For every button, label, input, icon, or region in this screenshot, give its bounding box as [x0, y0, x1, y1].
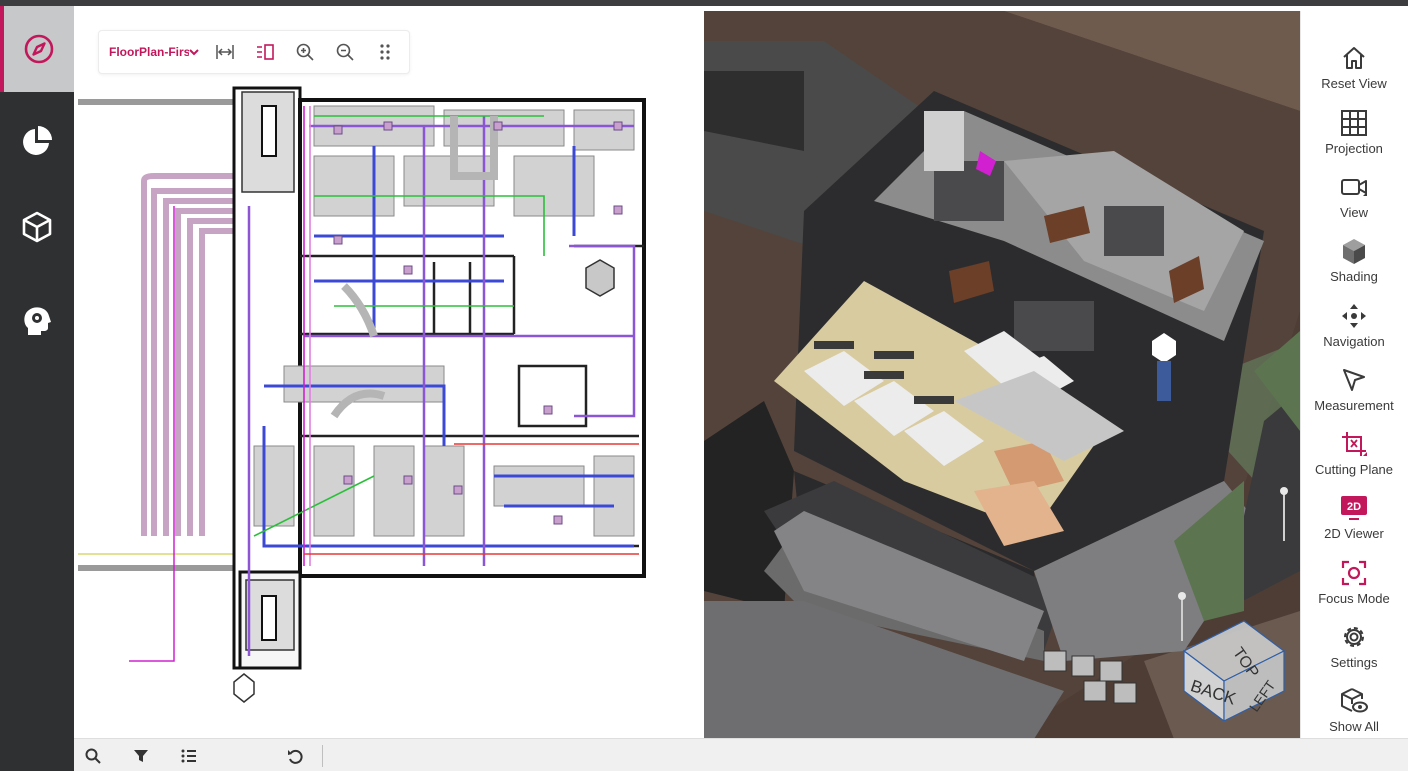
split-view-button[interactable]: [245, 30, 285, 74]
cutting-plane-label: Cutting Plane: [1314, 462, 1394, 477]
projection-button[interactable]: Projection: [1301, 106, 1407, 168]
filter-icon[interactable]: [132, 747, 150, 765]
compass-icon: [24, 34, 54, 64]
shaded-cube-icon: [1343, 239, 1365, 264]
show-all-button[interactable]: Show All: [1301, 684, 1407, 746]
2d-viewer-button[interactable]: 2D 2D Viewer: [1301, 491, 1407, 553]
rail-item-insights[interactable]: [0, 278, 74, 364]
bottom-bar: [74, 738, 1408, 771]
view-cube[interactable]: TOP BACK LEFT: [1174, 591, 1294, 721]
zoom-in-button[interactable]: [285, 30, 325, 74]
viewer-toolbar: Reset View Projection View Shading Navig…: [1300, 11, 1408, 739]
view-label: View: [1340, 205, 1368, 220]
list-icon[interactable]: [180, 747, 198, 765]
fit-width-icon: [216, 45, 234, 59]
settings-button[interactable]: Settings: [1301, 620, 1407, 682]
fit-width-button[interactable]: [205, 30, 245, 74]
rail-item-navigation[interactable]: [0, 6, 74, 92]
move-arrows-icon: [1342, 304, 1366, 328]
chevron-down-icon: [189, 49, 199, 56]
rail-item-dashboard[interactable]: [0, 98, 74, 184]
show-all-label: Show All: [1329, 719, 1379, 734]
pie-chart-icon: [23, 126, 52, 155]
focus-icon: [1341, 560, 1367, 586]
crop-icon: [1342, 432, 1367, 456]
reset-view-button[interactable]: Reset View: [1301, 41, 1407, 103]
floorplan-name: FloorPlan-First: [109, 45, 189, 59]
projection-label: Projection: [1325, 141, 1383, 156]
floorplan-toolbar: FloorPlan-First: [98, 30, 410, 74]
undo-icon[interactable]: [286, 747, 304, 765]
video-camera-icon: [1341, 179, 1367, 196]
split-view-icon: [257, 44, 274, 60]
grid-icon: [1341, 110, 1367, 136]
shading-label: Shading: [1330, 269, 1378, 284]
focus-mode-button[interactable]: Focus Mode: [1301, 556, 1407, 618]
floorplan-dropdown[interactable]: FloorPlan-First: [109, 45, 205, 59]
left-rail: [0, 6, 74, 771]
search-icon[interactable]: [84, 747, 102, 765]
bottom-bar-divider: [322, 745, 323, 767]
cutting-plane-button[interactable]: Cutting Plane: [1301, 427, 1407, 489]
floorplan-drawing[interactable]: [74, 6, 708, 738]
2d-badge-icon: 2D: [1341, 496, 1367, 520]
focus-mode-label: Focus Mode: [1318, 591, 1390, 606]
model-3d-viewer[interactable]: TOP BACK LEFT: [704, 11, 1300, 739]
cursor-arrow-icon: [1343, 369, 1365, 391]
floorplan-2d-viewer[interactable]: FloorPlan-First: [74, 6, 708, 738]
more-vertical-icon: [380, 44, 390, 60]
2d-badge-text: 2D: [1347, 501, 1361, 513]
zoom-out-icon: [336, 43, 354, 61]
rail-item-model[interactable]: [0, 184, 74, 270]
cube-icon: [22, 211, 52, 243]
view-button[interactable]: View: [1301, 170, 1407, 232]
measurement-button[interactable]: Measurement: [1301, 363, 1407, 425]
shading-button[interactable]: Shading: [1301, 234, 1407, 296]
settings-label: Settings: [1330, 655, 1378, 670]
cube-eye-icon: [1341, 688, 1368, 713]
measurement-label: Measurement: [1314, 398, 1394, 413]
zoom-out-button[interactable]: [325, 30, 365, 74]
2d-viewer-label: 2D Viewer: [1324, 526, 1384, 541]
zoom-in-icon: [296, 43, 314, 61]
reset-view-label: Reset View: [1321, 76, 1387, 91]
navigation-button[interactable]: Navigation: [1301, 299, 1407, 361]
head-gear-icon: [24, 307, 51, 335]
more-options-button[interactable]: [365, 30, 405, 74]
gear-icon: [1344, 627, 1364, 647]
home-icon: [1343, 47, 1365, 69]
navigation-label: Navigation: [1323, 334, 1385, 349]
